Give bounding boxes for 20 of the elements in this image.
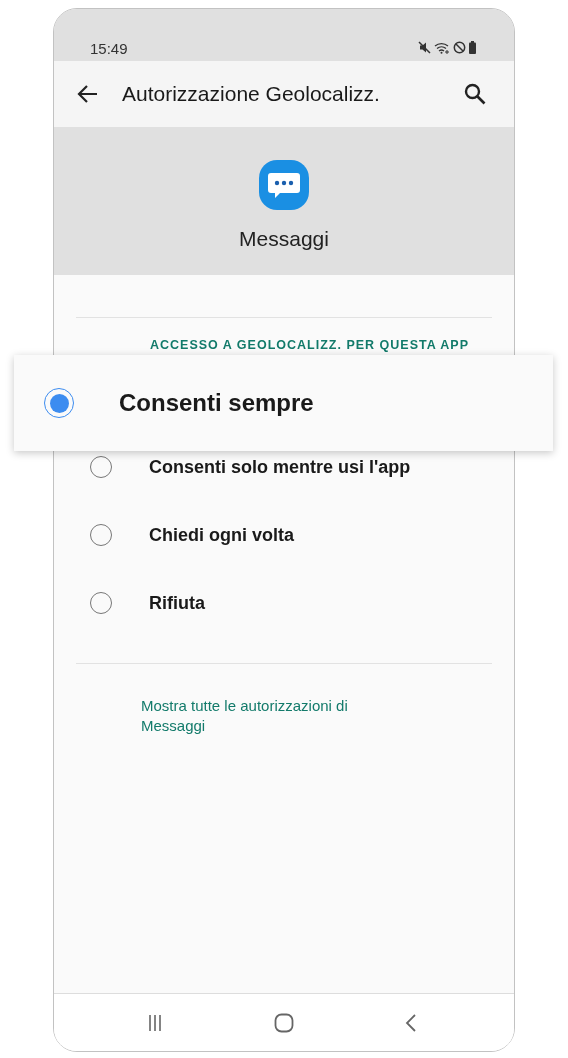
option-label: Consenti sempre: [119, 389, 314, 417]
status-time: 15:49: [90, 40, 128, 57]
wifi-icon: [434, 41, 450, 54]
search-icon[interactable]: [464, 83, 486, 105]
option-label: Chiedi ogni volta: [149, 524, 294, 546]
option-card[interactable]: Consenti sempre: [14, 355, 553, 451]
back-icon[interactable]: [404, 1012, 418, 1033]
block-icon: [453, 41, 466, 54]
option-label: Consenti solo mentre usi l'app: [149, 456, 411, 478]
recent-apps-icon[interactable]: [146, 1013, 164, 1032]
permissions-link[interactable]: Mostra tutte le autorizzazioni di Messaggi: [141, 696, 391, 736]
battery-icon: [469, 41, 476, 54]
app-name: Messaggi: [239, 227, 329, 251]
back-arrow-icon[interactable]: [77, 83, 99, 105]
chat-bubble-icon: [258, 159, 310, 211]
page-title: Autorizzazione Geolocalizz.: [122, 82, 381, 106]
home-icon[interactable]: [274, 1012, 294, 1033]
section-heading: ACCESSO A GEOLOCALIZZ. PER QUESTA APP: [150, 338, 470, 354]
mute-icon: [418, 41, 431, 54]
option-label: Rifiuta: [149, 592, 205, 614]
